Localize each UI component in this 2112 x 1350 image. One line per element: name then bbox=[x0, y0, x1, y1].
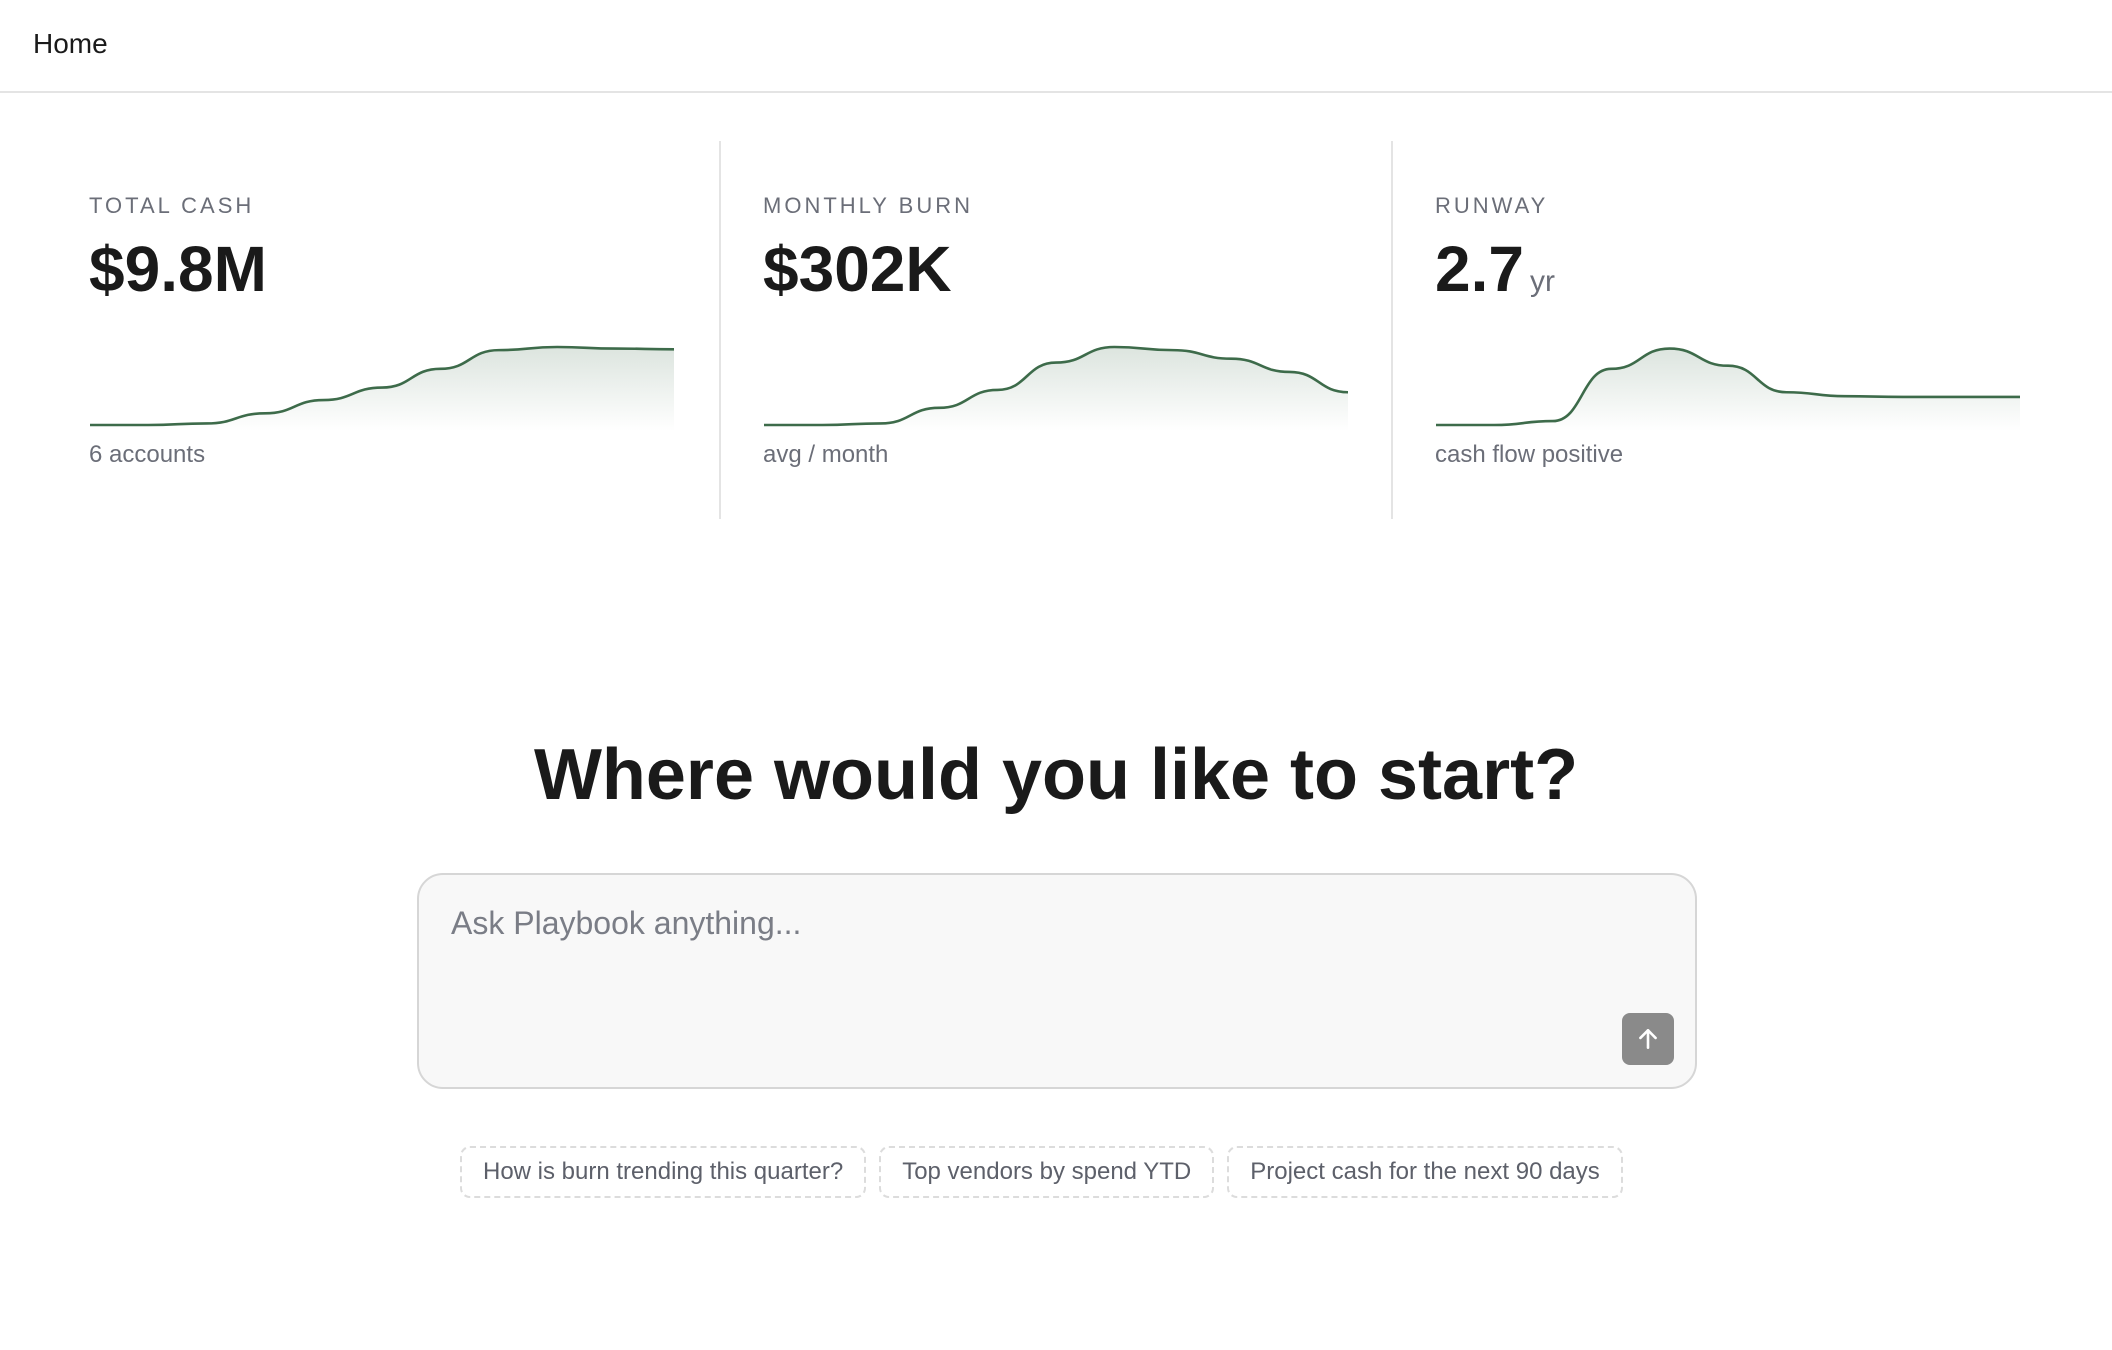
ask-composer bbox=[417, 873, 1697, 1089]
ask-input[interactable] bbox=[451, 905, 1631, 1025]
metric-label: TOTAL CASH bbox=[89, 193, 255, 218]
metric-subtitle: cash flow positive bbox=[1435, 441, 1624, 468]
top-bar: Home bbox=[0, 0, 2112, 93]
suggestion-chip-burn-trend[interactable]: How is burn trending this quarter? bbox=[460, 1146, 867, 1198]
metric-value: $302K bbox=[763, 233, 952, 305]
suggestion-chip-cash-projection[interactable]: Project cash for the next 90 days bbox=[1227, 1146, 1623, 1198]
metric-label: MONTHLY BURN bbox=[763, 193, 973, 218]
arrow-up-icon bbox=[1639, 1029, 1657, 1049]
sparkline-area bbox=[90, 347, 674, 431]
metric-subtitle: avg / month bbox=[763, 441, 889, 468]
metric-label: RUNWAY bbox=[1435, 193, 1549, 218]
suggestion-chip-top-vendors[interactable]: Top vendors by spend YTD bbox=[879, 1146, 1215, 1198]
sparkline-chart bbox=[764, 345, 1349, 431]
metric-card-total-cash: TOTAL CASH $9.8M 6 accounts bbox=[89, 141, 675, 519]
suggestion-chips: How is burn trending this quarter? Top v… bbox=[460, 1146, 1623, 1198]
sparkline-chart bbox=[1436, 347, 2020, 431]
prompt-heading: Where would you like to start? bbox=[533, 735, 1579, 815]
metric-subtitle: 6 accounts bbox=[89, 441, 206, 468]
metric-card-monthly-burn: MONTHLY BURN $302K avg / month bbox=[719, 141, 1392, 519]
metric-value: $9.8M bbox=[89, 233, 267, 305]
send-button[interactable] bbox=[1622, 1013, 1674, 1065]
sparkline-chart bbox=[90, 345, 675, 431]
metric-card-runway: RUNWAY 2.7 yr cash flow positive bbox=[1391, 141, 2031, 519]
page-title: Home bbox=[33, 28, 108, 59]
sparkline-area bbox=[764, 347, 1348, 431]
metric-value: 2.7 yr bbox=[1435, 233, 1555, 305]
sparkline-area bbox=[1436, 348, 2020, 431]
metric-unit: yr bbox=[1529, 265, 1555, 298]
